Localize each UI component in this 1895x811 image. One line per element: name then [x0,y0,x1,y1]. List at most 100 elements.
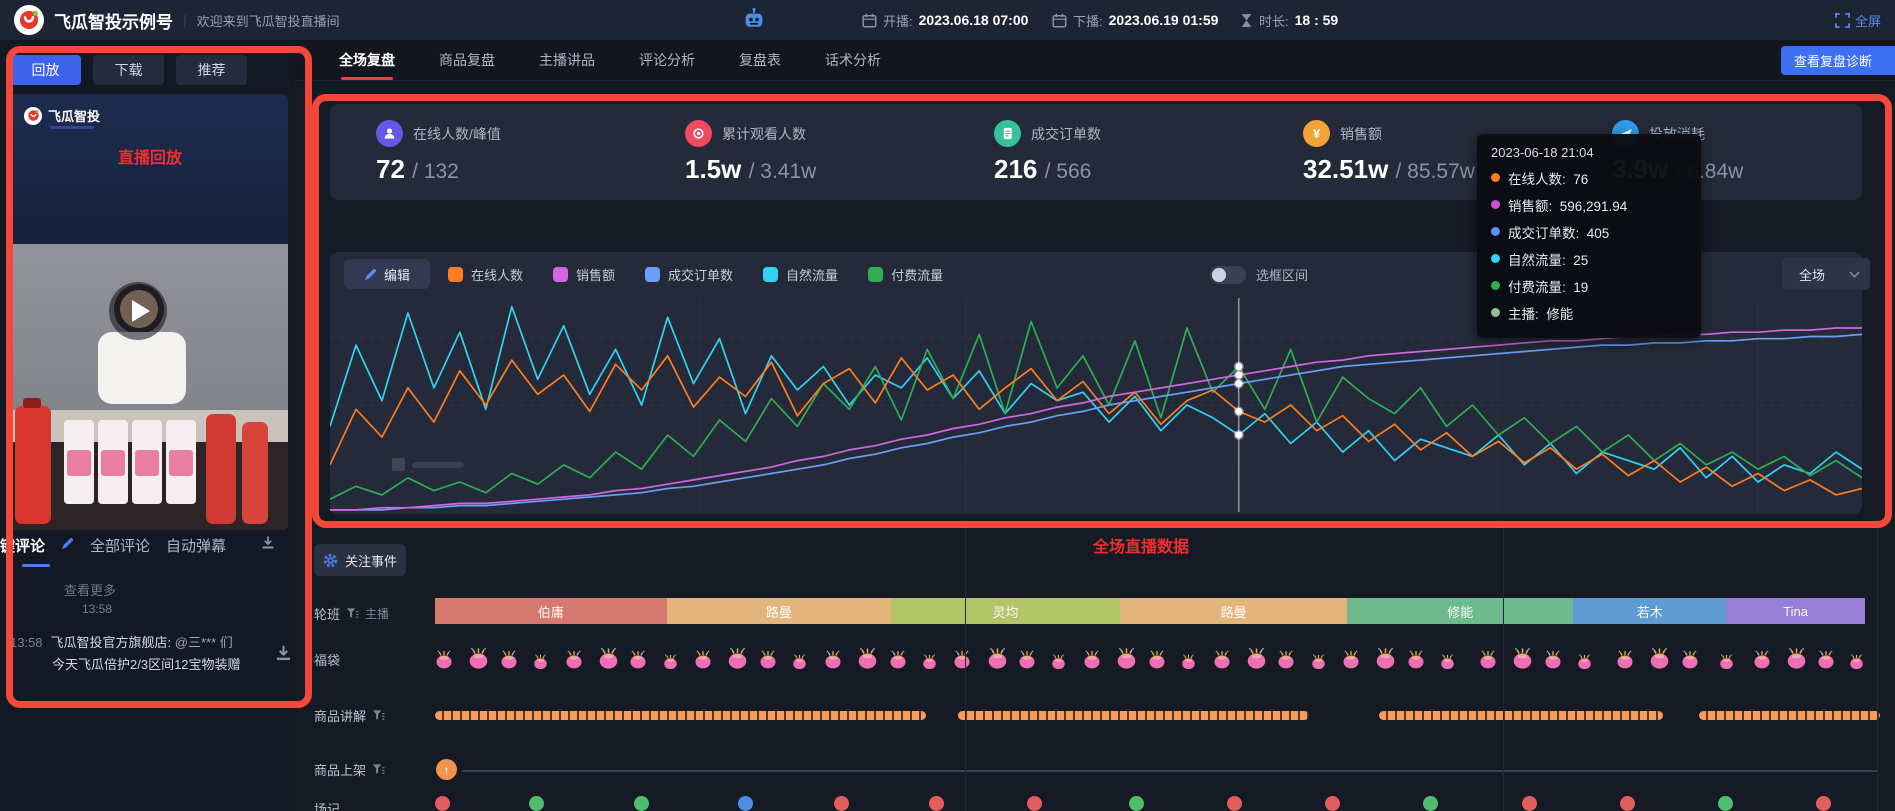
luckybag-icon[interactable] [857,646,878,674]
marker-dot[interactable] [1325,796,1340,811]
luckybag-icon[interactable] [1479,649,1497,674]
box-select-toggle[interactable] [1210,266,1246,284]
marker-dot[interactable] [929,796,944,811]
shift-segment-路曼[interactable]: 路曼 [1120,598,1347,624]
range-select[interactable]: 全场 [1782,258,1870,290]
marker-dot[interactable] [1027,796,1042,811]
legend-item-2[interactable]: 成交订单数 [645,265,733,284]
luckybag-icon[interactable] [1407,649,1425,674]
comment-tab-0[interactable]: 键评论 [0,535,45,556]
luckybag-icon[interactable] [1616,649,1634,674]
sidebar-tab-1[interactable]: 下载 [93,55,164,85]
marker-dot[interactable] [738,796,753,811]
luckybag-icon[interactable] [1753,649,1771,674]
luckybag-icon[interactable] [1018,649,1036,674]
luckybag-icon[interactable] [565,649,583,674]
luckybag-icon[interactable] [1786,646,1807,674]
download-comments-icon[interactable] [260,535,276,556]
luckybag-icon[interactable] [598,646,619,674]
luckybag-icon[interactable] [1649,646,1670,674]
play-button[interactable] [109,282,167,340]
explain-dots-segment[interactable] [435,711,926,720]
luckybag-icon[interactable] [435,649,453,674]
luckybag-icon[interactable] [533,653,548,675]
luckybag-icon[interactable] [500,649,518,674]
luckybag-icon[interactable] [1849,653,1864,675]
robot-icon[interactable] [742,7,766,36]
filter-icon[interactable] [372,763,385,776]
marker-dot[interactable] [1522,796,1537,811]
marker-dot[interactable] [529,796,544,811]
luckybag-icon[interactable] [1577,653,1592,675]
luckybag-icon[interactable] [1181,653,1196,675]
tab-5[interactable]: 话术分析 [825,40,881,80]
diagnose-button[interactable]: 查看复盘诊断 [1781,46,1895,75]
marker-dot[interactable] [1718,796,1733,811]
fullscreen-button[interactable]: 全屏 [1835,11,1881,30]
comment-tab-2[interactable]: 自动弹幕 [166,535,226,556]
luckybag-icon[interactable] [1544,649,1562,674]
tab-4[interactable]: 复盘表 [739,40,781,80]
luckybag-icon[interactable] [1051,653,1066,675]
shift-segment-路曼[interactable]: 路曼 [667,598,892,624]
tab-2[interactable]: 主播讲品 [539,40,595,80]
luckybag-icon[interactable] [1246,646,1267,674]
explain-dots-segment[interactable] [1379,711,1664,720]
luckybag-icon[interactable] [727,646,748,674]
luckybag-icon[interactable] [1311,653,1326,675]
filter-icon[interactable] [372,709,385,722]
follow-events-button[interactable]: 关注事件 [314,544,406,576]
luckybag-icon[interactable] [694,649,712,674]
marker-dot[interactable] [435,796,450,811]
luckybag-icon[interactable] [1512,646,1533,674]
legend-item-3[interactable]: 自然流量 [763,265,838,284]
luckybag-icon[interactable] [1083,649,1101,674]
view-more-link[interactable]: 查看更多 [64,580,116,599]
shelf-event-marker[interactable]: ↑ [436,759,457,780]
luckybag-icon[interactable] [629,649,647,674]
marker-dot[interactable] [1816,796,1831,811]
edit-button[interactable]: 编辑 [344,259,430,289]
comment-tab-1[interactable]: 全部评论 [90,535,150,556]
tab-1[interactable]: 商品复盘 [439,40,495,80]
marker-dot[interactable] [1227,796,1242,811]
luckybag-icon[interactable] [824,649,842,674]
luckybag-icon[interactable] [1681,649,1699,674]
shift-segment-伯庸[interactable]: 伯庸 [435,598,667,624]
marker-dot[interactable] [1129,796,1144,811]
shift-segment-Tina[interactable]: Tina [1726,598,1865,624]
luckybag-icon[interactable] [663,653,678,675]
sidebar-tab-0[interactable]: 回放 [10,55,81,85]
marker-dot[interactable] [634,796,649,811]
luckybag-icon[interactable] [987,646,1008,674]
luckybag-icon[interactable] [953,649,971,674]
pencil-icon[interactable] [61,537,74,555]
luckybag-icon[interactable] [1342,649,1360,674]
luckybag-icon[interactable] [1375,646,1396,674]
luckybag-icon[interactable] [468,646,489,674]
marker-dot[interactable] [1423,796,1438,811]
luckybag-icon[interactable] [1148,649,1166,674]
luckybag-icon[interactable] [1817,649,1835,674]
luckybag-icon[interactable] [792,653,807,675]
filter-icon[interactable] [346,607,359,620]
luckybag-icon[interactable] [1440,653,1455,675]
luckybag-icon[interactable] [1213,649,1231,674]
legend-item-4[interactable]: 付费流量 [868,265,943,284]
legend-item-0[interactable]: 在线人数 [448,265,523,284]
luckybag-icon[interactable] [922,653,937,675]
sidebar-tab-2[interactable]: 推荐 [176,55,247,85]
marker-dot[interactable] [1620,796,1635,811]
luckybag-icon[interactable] [1719,653,1734,675]
tab-3[interactable]: 评论分析 [639,40,695,80]
luckybag-icon[interactable] [889,649,907,674]
luckybag-icon[interactable] [1277,649,1295,674]
shift-segment-灵均[interactable]: 灵均 [891,598,1120,624]
download-icon[interactable] [274,644,293,668]
explain-dots-segment[interactable] [1699,711,1880,720]
explain-dots-segment[interactable] [958,711,1309,720]
marker-dot[interactable] [834,796,849,811]
luckybag-icon[interactable] [1116,646,1137,674]
shift-segment-若木[interactable]: 若木 [1573,598,1726,624]
legend-item-1[interactable]: 销售额 [553,265,615,284]
